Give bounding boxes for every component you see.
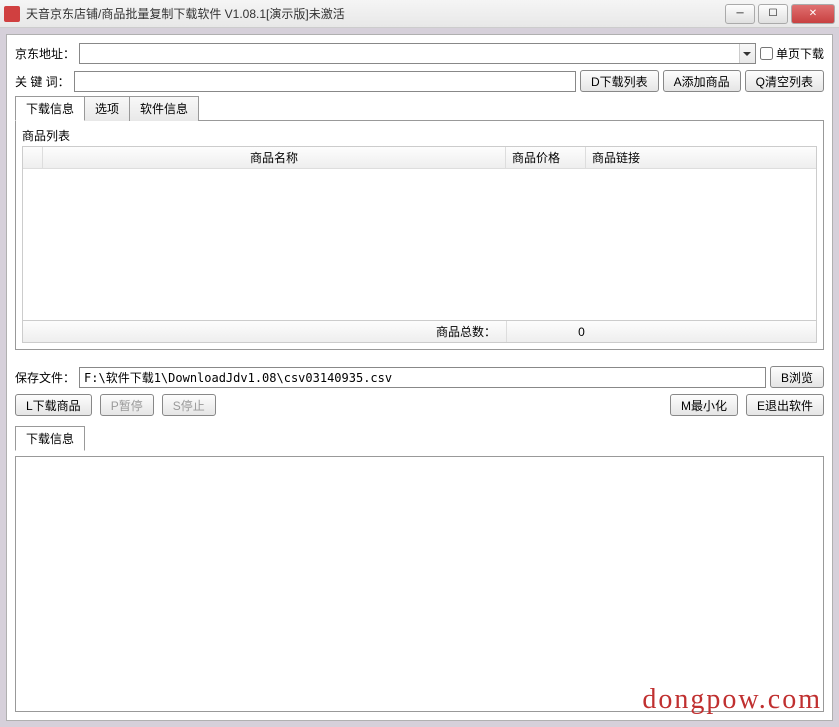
- download-list-button[interactable]: D下载列表: [580, 70, 659, 92]
- upper-section: 京东地址： 单页下载 关 键 词： D下载列表 A添加商品 Q清空列表 下载信息: [15, 43, 824, 350]
- exit-button[interactable]: E退出软件: [746, 394, 824, 416]
- log-tab-download-info[interactable]: 下载信息: [15, 426, 85, 451]
- keyword-label: 关 键 词：: [15, 73, 70, 90]
- tab-options[interactable]: 选项: [84, 96, 130, 121]
- address-combo[interactable]: [79, 43, 756, 64]
- maximize-window-button[interactable]: ☐: [758, 4, 788, 24]
- app-icon: [4, 6, 20, 22]
- clear-list-button[interactable]: Q清空列表: [745, 70, 824, 92]
- window-title: 天音京东店铺/商品批量复制下载软件 V1.08.1[演示版]未激活: [26, 5, 722, 22]
- save-label: 保存文件：: [15, 369, 75, 386]
- stop-button[interactable]: S停止: [162, 394, 216, 416]
- download-products-button[interactable]: L下载商品: [15, 394, 92, 416]
- single-page-checkbox[interactable]: [760, 47, 773, 60]
- window-controls: ─ ☐ ✕: [722, 4, 835, 24]
- add-product-button[interactable]: A添加商品: [663, 70, 741, 92]
- lower-section: 保存文件： F:\软件下载1\DownloadJdv1.08\csv031409…: [15, 366, 824, 712]
- total-label: 商品总数：: [23, 323, 506, 340]
- titlebar: 天音京东店铺/商品批量复制下载软件 V1.08.1[演示版]未激活 ─ ☐ ✕: [0, 0, 839, 28]
- table-col-checkbox: [23, 147, 43, 168]
- pause-button[interactable]: P暂停: [100, 394, 154, 416]
- tab-download-info[interactable]: 下载信息: [15, 96, 85, 121]
- single-page-checkbox-wrap[interactable]: 单页下载: [760, 45, 824, 62]
- address-input[interactable]: [80, 44, 739, 63]
- save-row: 保存文件： F:\软件下载1\DownloadJdv1.08\csv031409…: [15, 366, 824, 388]
- total-row: 商品总数： 0: [22, 321, 817, 343]
- close-window-button[interactable]: ✕: [791, 4, 835, 24]
- table-header: 商品名称 商品价格 商品链接: [23, 147, 816, 169]
- log-tabs: 下载信息: [15, 426, 824, 451]
- address-label: 京东地址：: [15, 45, 75, 62]
- keyword-row: 关 键 词： D下载列表 A添加商品 Q清空列表: [15, 70, 824, 92]
- single-page-label: 单页下载: [776, 45, 824, 62]
- tab-software-info[interactable]: 软件信息: [129, 96, 199, 121]
- browse-button[interactable]: B浏览: [770, 366, 824, 388]
- product-table: 商品名称 商品价格 商品链接: [22, 146, 817, 321]
- save-path-display: F:\软件下载1\DownloadJdv1.08\csv03140935.csv: [79, 367, 766, 388]
- table-col-price[interactable]: 商品价格: [506, 147, 586, 168]
- minimize-button[interactable]: M最小化: [670, 394, 738, 416]
- table-col-link[interactable]: 商品链接: [586, 147, 816, 168]
- keyword-input[interactable]: [74, 71, 576, 92]
- action-row: L下载商品 P暂停 S停止 M最小化 E退出软件: [15, 394, 824, 416]
- log-area: [15, 456, 824, 712]
- upper-tabs: 下载信息 选项 软件信息: [15, 96, 824, 121]
- product-list-label: 商品列表: [22, 127, 817, 144]
- minimize-window-button[interactable]: ─: [725, 4, 755, 24]
- address-row: 京东地址： 单页下载: [15, 43, 824, 64]
- total-value: 0: [506, 321, 656, 342]
- chevron-down-icon[interactable]: [739, 44, 755, 63]
- main-panel: 京东地址： 单页下载 关 键 词： D下载列表 A添加商品 Q清空列表 下载信息: [6, 34, 833, 721]
- outer-frame: 京东地址： 单页下载 关 键 词： D下载列表 A添加商品 Q清空列表 下载信息: [0, 28, 839, 727]
- table-col-name[interactable]: 商品名称: [43, 147, 506, 168]
- tab-content: 商品列表 商品名称 商品价格 商品链接 商品总数： 0: [15, 120, 824, 350]
- table-body: [23, 169, 816, 320]
